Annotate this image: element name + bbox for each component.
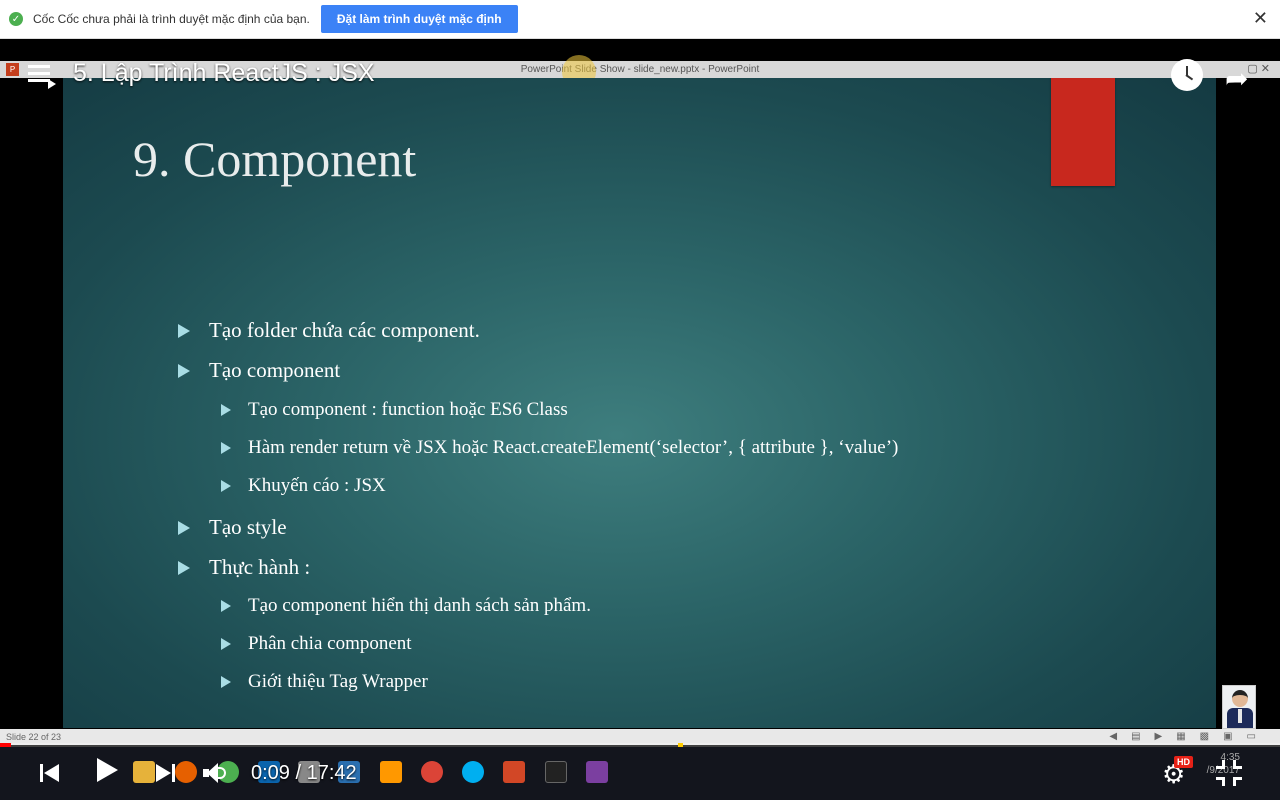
video-player[interactable]: P PowerPoint Slide Show - slide_new.pptx… (0, 39, 1280, 800)
video-title[interactable]: 5. Lập Trình ReactJS : JSX (73, 59, 375, 88)
infobar-message: Cốc Cốc chưa phải là trình duyệt mặc địn… (33, 12, 310, 26)
default-browser-infobar: ✓ Cốc Cốc chưa phải là trình duyệt mặc đ… (0, 0, 1280, 39)
bullet-text: Hàm render return về JSX hoặc React.crea… (248, 437, 899, 458)
player-controls: 0:09 / 17:42 ⚙ HD (0, 747, 1280, 800)
bullet-item: Thực hành : (178, 555, 310, 580)
sub-bullet-item: Tạo component hiển thị danh sách sản phẩ… (221, 595, 591, 617)
powerpoint-window-title: PowerPoint Slide Show - slide_new.pptx -… (520, 64, 760, 75)
powerpoint-logo-icon: P (6, 63, 19, 76)
slideshow-nav-icons: ◀▤▶▦▩▣▭ (1109, 731, 1270, 742)
next-icon[interactable] (154, 761, 178, 785)
bullet-triangle-icon (221, 676, 231, 688)
presenter-avatar (1222, 685, 1256, 729)
bullet-text: Giới thiệu Tag Wrapper (248, 671, 428, 692)
bullet-text: Thực hành : (209, 555, 311, 579)
slide: 9. Component Tạo folder chứa các compone… (63, 78, 1216, 728)
previous-icon[interactable] (38, 761, 62, 785)
sub-bullet-item: Hàm render return về JSX hoặc React.crea… (221, 437, 898, 459)
coccoc-logo-icon: ✓ (9, 12, 23, 26)
bullet-text: Tạo folder chứa các component. (209, 318, 480, 342)
bullet-text: Tạo component : function hoặc ES6 Class (248, 399, 568, 420)
share-icon[interactable]: ➦ (1225, 62, 1248, 95)
sub-bullet-item: Tạo component : function hoặc ES6 Class (221, 399, 568, 421)
bullet-item: Tạo style (178, 515, 287, 540)
bullet-triangle-icon (221, 638, 231, 650)
time-display: 0:09 / 17:42 (251, 762, 357, 784)
slide-red-tab (1051, 78, 1115, 186)
bullet-triangle-icon (221, 404, 231, 416)
bullet-text: Phân chia component (248, 633, 412, 654)
slide-counter: Slide 22 of 23 (6, 732, 62, 742)
bullet-triangle-icon (221, 480, 231, 492)
bullet-triangle-icon (178, 323, 190, 338)
bullet-triangle-icon (221, 600, 231, 612)
sub-bullet-item: Giới thiệu Tag Wrapper (221, 671, 428, 693)
bullet-text: Tạo component (209, 358, 341, 382)
slide-title: 9. Component (133, 131, 417, 187)
bullet-text: Tạo component hiển thị danh sách sản phẩ… (248, 595, 591, 616)
hd-badge: HD (1174, 756, 1193, 768)
bullet-item: Tạo folder chứa các component. (178, 318, 480, 343)
sub-bullet-item: Phân chia component (221, 633, 412, 655)
sub-bullet-item: Khuyến cáo : JSX (221, 475, 386, 497)
bullet-text: Tạo style (209, 515, 287, 539)
bullet-triangle-icon (178, 363, 190, 378)
volume-icon[interactable] (203, 762, 229, 784)
bullet-triangle-icon (178, 520, 190, 535)
bullet-text: Khuyến cáo : JSX (248, 475, 386, 496)
window-controls: ▢ ✕ (1247, 63, 1270, 75)
playlist-menu-icon[interactable] (28, 65, 56, 89)
exit-fullscreen-icon[interactable] (1216, 760, 1242, 786)
set-default-browser-button[interactable]: Đặt làm trình duyệt mặc định (320, 5, 518, 33)
bullet-item: Tạo component (178, 358, 340, 383)
close-icon[interactable]: ✕ (1253, 8, 1268, 29)
play-icon[interactable] (97, 758, 118, 782)
bullet-triangle-icon (221, 442, 231, 454)
bullet-triangle-icon (178, 560, 190, 575)
watch-later-icon[interactable] (1171, 59, 1203, 91)
